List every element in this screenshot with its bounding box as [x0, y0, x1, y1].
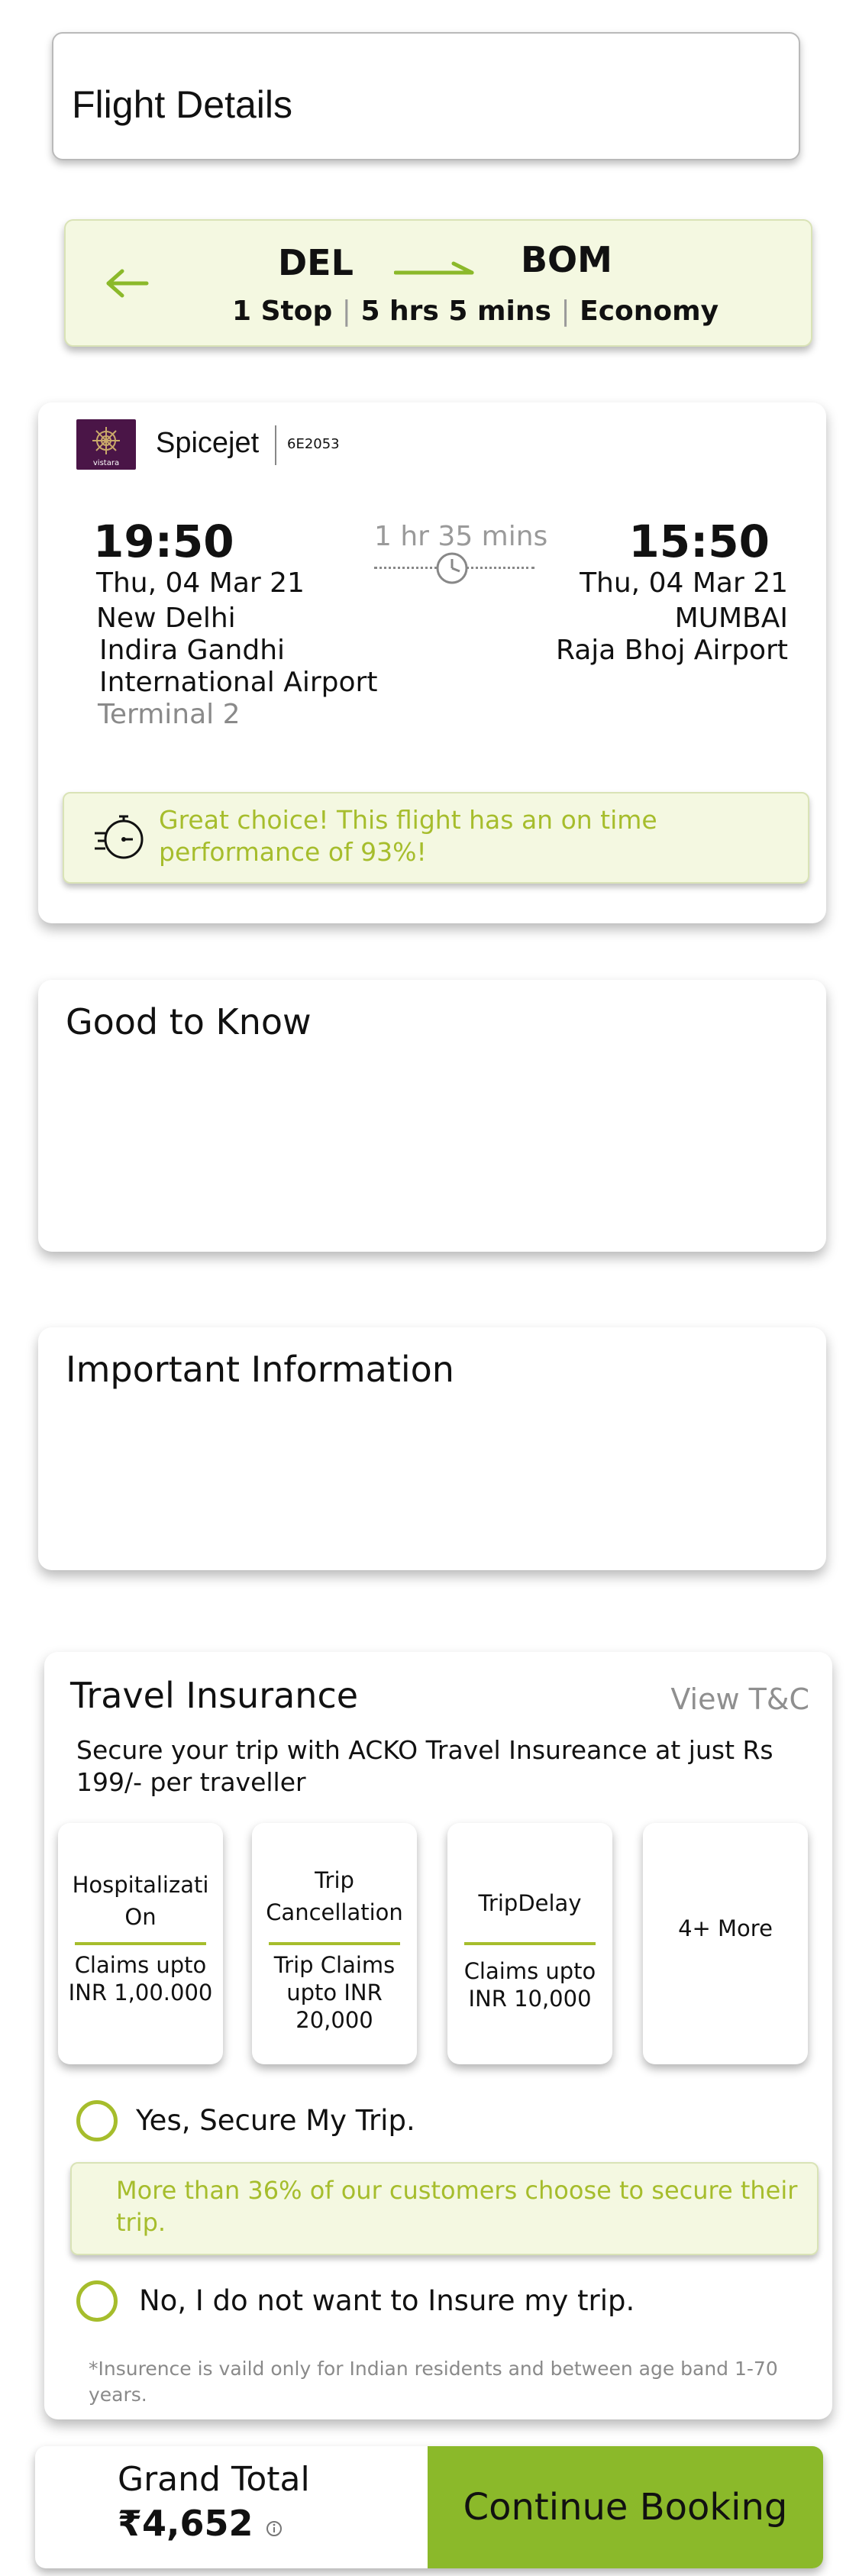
insurance-promo-banner: More than 36% of our customers choose to… — [70, 2162, 819, 2255]
arrow-left-icon[interactable] — [104, 268, 150, 299]
important-information-title: Important Information — [66, 1349, 454, 1390]
benefit-divider — [75, 1942, 206, 1945]
benefit-divider — [269, 1942, 400, 1945]
benefit-detail: Claims upto INR 1,00.000 — [68, 1952, 213, 2006]
benefit-card-trip-cancellation[interactable]: Trip Cancellation Trip Claims upto INR 2… — [252, 1823, 417, 2064]
radio-secure-trip[interactable] — [76, 2100, 118, 2141]
arrow-right-icon — [394, 261, 474, 275]
benefit-detail: Trip Claims upto INR 20,000 — [273, 1952, 396, 2033]
separator: | — [341, 296, 351, 327]
origin-code: DEL — [278, 242, 354, 283]
leg-duration: 1 hr 35 mins — [374, 521, 548, 552]
benefit-title: Hospitalizati On — [72, 1872, 209, 1930]
radio-decline-insurance[interactable] — [76, 2280, 118, 2322]
benefit-card-hospitalization[interactable]: Hospitalizati On Claims upto INR 1,00.00… — [58, 1823, 223, 2064]
insurance-promo-text: More than 36% of our customers choose to… — [116, 2176, 798, 2237]
clock-icon — [436, 552, 468, 584]
flight-segment-card: vistara Spicejet 6E2053 19:50 Thu, 04 Ma… — [38, 402, 826, 923]
departure-airport-line2: International Airport — [99, 667, 378, 698]
airline-name: Spicejet — [156, 427, 260, 459]
route-meta: 1 Stop | 5 hrs 5 mins | Economy — [232, 296, 719, 327]
stops-text: 1 Stop — [232, 296, 333, 327]
benefit-more: 4+ More — [678, 1915, 773, 1941]
arrival-time: 15:50 — [628, 516, 770, 567]
stopwatch-icon — [95, 815, 144, 859]
benefit-title: TripDelay — [478, 1890, 582, 1916]
insurance-disclaimer: *Insurence is vaild only for Indian resi… — [89, 2358, 778, 2406]
continue-booking-button[interactable]: Continue Booking — [428, 2446, 823, 2568]
header-card: Flight Details — [52, 32, 800, 160]
good-to-know-card: Good to Know — [38, 980, 826, 1252]
benefit-detail: Claims upto INR 10,000 — [463, 1958, 596, 2012]
departure-city: New Delhi — [96, 603, 236, 634]
info-icon[interactable] — [266, 2520, 283, 2537]
arrival-airport: Raja Bhoj Airport — [556, 635, 788, 666]
ontime-performance-text: Great choice! This flight has an on time… — [159, 805, 657, 867]
separator: | — [560, 296, 570, 327]
grand-total-value: 4,652 — [142, 2503, 254, 2544]
travel-insurance-card: Travel Insurance View T&C Secure your tr… — [44, 1652, 832, 2419]
cabin-class-text: Economy — [580, 296, 719, 327]
departure-airport-line1: Indira Gandhi — [99, 635, 286, 666]
flight-number: 6E2053 — [287, 436, 340, 452]
insurance-description: Secure your trip with ACKO Travel Insure… — [76, 1735, 773, 1797]
logo-text: vistara — [93, 459, 119, 467]
radio-secure-trip-label[interactable]: Yes, Secure My Trip. — [136, 2104, 415, 2137]
arrival-date: Thu, 04 Mar 21 — [580, 567, 788, 599]
important-information-card: Important Information — [38, 1327, 826, 1570]
arrival-city: MUMBAI — [674, 603, 788, 634]
route-summary-card: DEL BOM 1 Stop | 5 hrs 5 mins | Economy — [64, 219, 812, 347]
total-duration-text: 5 hrs 5 mins — [360, 296, 551, 327]
benefit-card-trip-delay[interactable]: TripDelay Claims upto INR 10,000 — [447, 1823, 612, 2064]
benefit-title: Trip Cancellation — [266, 1867, 403, 1925]
bottom-action-bar: Grand Total ₹4,652 Continue Booking — [35, 2446, 823, 2568]
radio-decline-insurance-label[interactable]: No, I do not want to Insure my trip. — [139, 2284, 635, 2317]
benefit-divider — [464, 1942, 596, 1945]
ontime-performance-banner: Great choice! This flight has an on time… — [63, 792, 809, 884]
insurance-title: Travel Insurance — [70, 1675, 359, 1716]
destination-code: BOM — [521, 239, 612, 280]
grand-total-amount: ₹4,652 — [118, 2503, 283, 2544]
benefit-card-more[interactable]: 4+ More — [643, 1823, 808, 2064]
airline-logo: vistara — [76, 419, 136, 470]
grand-total-label: Grand Total — [118, 2460, 310, 2499]
departure-date: Thu, 04 Mar 21 — [96, 567, 305, 599]
divider — [275, 425, 276, 465]
view-tc-link[interactable]: View T&C — [670, 1682, 809, 1716]
departure-time: 19:50 — [93, 516, 234, 567]
page-title: Flight Details — [72, 83, 292, 126]
good-to-know-title: Good to Know — [66, 1001, 312, 1042]
departure-terminal: Terminal 2 — [98, 699, 241, 730]
currency-symbol: ₹ — [118, 2503, 143, 2544]
